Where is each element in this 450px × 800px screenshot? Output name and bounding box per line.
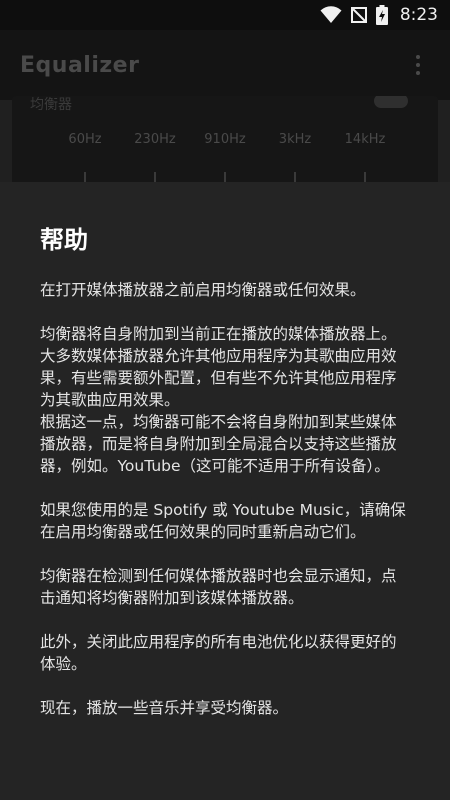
screen: 8:23 Equalizer 均衡器 60Hz 230Hz 910Hz 3kHz… [0,0,450,800]
slider-tick [294,172,296,182]
app-title: Equalizer [20,52,140,78]
slider-tick [84,172,86,182]
status-bar: 8:23 [0,0,450,30]
help-sheet: 帮助 在打开媒体播放器之前启用均衡器或任何效果。 均衡器将自身附加到当前正在播放… [0,182,450,800]
no-signal-icon [350,6,368,24]
status-time: 8:23 [399,5,438,25]
slider-tick [364,172,366,182]
help-paragraph: 均衡器将自身附加到当前正在播放的媒体播放器上。 大多数媒体播放器允许其他应用程序… [40,325,397,475]
help-paragraph: 现在，播放一些音乐并享受均衡器。 [40,699,289,717]
equalizer-switch[interactable] [374,96,408,108]
help-paragraph: 在打开媒体播放器之前启用均衡器或任何效果。 [40,281,366,299]
frequency-labels: 60Hz 230Hz 910Hz 3kHz 14kHz [12,132,438,152]
help-title: 帮助 [40,226,88,254]
app-bar: Equalizer [0,30,450,100]
help-paragraph: 如果您使用的是 Spotify 或 Youtube Music，请确保在启用均衡… [40,501,406,541]
battery-charging-icon [375,5,388,25]
frequency-label: 14kHz [344,132,386,147]
frequency-label: 3kHz [278,132,312,147]
more-vert-icon[interactable] [406,50,430,80]
frequency-label: 910Hz [204,132,246,147]
wifi-icon [320,6,342,24]
equalizer-card: 均衡器 60Hz 230Hz 910Hz 3kHz 14kHz [12,96,438,196]
slider-tick [154,172,156,182]
help-paragraph: 此外，关闭此应用程序的所有电池优化以获得更好的体验。 [40,633,397,673]
slider-tick [224,172,226,182]
equalizer-switch-label: 均衡器 [30,97,72,113]
frequency-label: 60Hz [68,132,102,147]
help-body: 在打开媒体播放器之前启用均衡器或任何效果。 均衡器将自身附加到当前正在播放的媒体… [40,279,410,719]
help-paragraph: 均衡器在检测到任何媒体播放器时也会显示通知，点击通知将均衡器附加到该媒体播放器。 [40,567,397,607]
frequency-label: 230Hz [134,132,176,147]
